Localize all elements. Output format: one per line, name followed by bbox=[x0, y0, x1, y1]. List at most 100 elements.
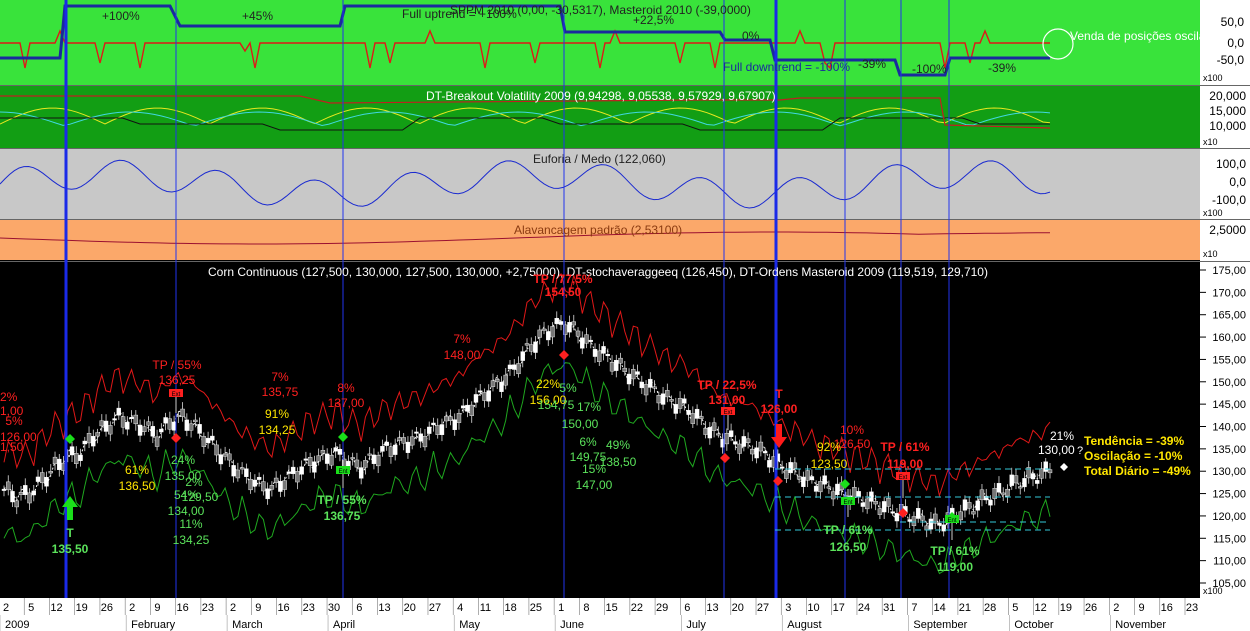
candle-body bbox=[575, 330, 581, 337]
price-annotation: 126,50 bbox=[830, 540, 867, 554]
trading-chart: ExtEntExtEntExtEnt SPPM 2010 (0,00, -30,… bbox=[0, 0, 1250, 631]
date-tick-label: 23 bbox=[202, 602, 214, 614]
alavancagem-tick: 2,5000 bbox=[1209, 223, 1246, 237]
alavancagem-title: Alavancagem padrão (2,53100) bbox=[514, 223, 682, 237]
candle-body bbox=[890, 511, 895, 514]
date-tick-label: 2 bbox=[230, 602, 236, 614]
candle-body bbox=[507, 364, 513, 370]
date-tick-label: 24 bbox=[858, 602, 870, 614]
price-annotation: 136,75 bbox=[324, 509, 361, 523]
candle-body bbox=[877, 508, 883, 515]
candle-body bbox=[324, 453, 330, 464]
main-panel bbox=[0, 262, 1200, 598]
candle-body bbox=[967, 502, 972, 509]
candle-body bbox=[469, 404, 474, 416]
candle-body bbox=[796, 475, 802, 480]
date-tick-label: 10 bbox=[807, 602, 819, 614]
candle-body bbox=[137, 424, 143, 436]
candle-body bbox=[495, 379, 500, 383]
candle-body bbox=[125, 421, 130, 430]
candle-body bbox=[1009, 474, 1014, 486]
candle-body bbox=[520, 351, 525, 361]
candle-body bbox=[503, 374, 508, 386]
candle-body bbox=[154, 436, 160, 447]
price-tick-label: 155,00 bbox=[1212, 354, 1246, 366]
price-annotation: 154,75 bbox=[538, 398, 575, 412]
candle-body bbox=[1018, 486, 1023, 489]
candle-body bbox=[524, 343, 530, 346]
candle-body bbox=[452, 419, 457, 430]
candle-body bbox=[116, 407, 122, 416]
candle-body bbox=[499, 382, 504, 392]
candle-body bbox=[461, 405, 466, 409]
price-tick-label: 175,00 bbox=[1212, 265, 1246, 277]
candle-body bbox=[490, 380, 496, 387]
candle-body bbox=[261, 481, 266, 492]
month-label: July bbox=[686, 619, 706, 631]
last-price-pct: 21% bbox=[1050, 429, 1074, 443]
month-label: May bbox=[459, 619, 480, 631]
date-tick-label: 23 bbox=[303, 602, 315, 614]
candle-body bbox=[256, 476, 262, 480]
candle-body bbox=[167, 418, 173, 430]
price-annotation: 129,50 bbox=[182, 490, 219, 504]
candle-body bbox=[512, 364, 517, 370]
candle-body bbox=[758, 441, 764, 452]
date-tick-label: 16 bbox=[1161, 602, 1173, 614]
date-tick-label: 19 bbox=[1060, 602, 1072, 614]
date-tick-label: 1 bbox=[558, 602, 564, 614]
candle-body bbox=[244, 468, 249, 477]
candle-body bbox=[333, 447, 338, 452]
price-tick-label: 125,00 bbox=[1212, 489, 1246, 501]
price-annotation: 131,00 bbox=[709, 393, 746, 407]
sppm-tick: 0,0 bbox=[1227, 36, 1244, 50]
candle-body bbox=[337, 449, 343, 455]
sppm-uptrend-label: Full uptrend = +100% bbox=[402, 7, 517, 21]
candle-body bbox=[184, 419, 190, 431]
volatility-multiplier: x10 bbox=[1203, 137, 1218, 147]
candle-body bbox=[35, 476, 41, 482]
price-annotation: 61% bbox=[125, 463, 149, 477]
candle-body bbox=[592, 349, 598, 357]
candle-body bbox=[52, 456, 58, 465]
date-tick-label: 30 bbox=[328, 602, 340, 614]
candle-body bbox=[988, 500, 993, 506]
date-tick-label: 20 bbox=[404, 602, 416, 614]
candle-body bbox=[537, 329, 542, 338]
candle-body bbox=[724, 433, 730, 445]
candle-body bbox=[431, 422, 436, 426]
candle-body bbox=[482, 392, 487, 401]
candle-body bbox=[745, 438, 751, 443]
price-annotation: 135,75 bbox=[262, 385, 299, 399]
candle-body bbox=[958, 511, 963, 521]
date-tick-label: 16 bbox=[277, 602, 289, 614]
candle-body bbox=[456, 413, 462, 423]
candle-body bbox=[231, 465, 236, 477]
date-tick-label: 29 bbox=[656, 602, 668, 614]
price-annotation: 91% bbox=[265, 407, 289, 421]
date-tick-label: 5 bbox=[1012, 602, 1018, 614]
candle-body bbox=[677, 398, 683, 409]
candle-body bbox=[707, 427, 713, 439]
candle-body bbox=[269, 485, 275, 490]
candle-body bbox=[320, 450, 326, 454]
candle-body bbox=[159, 428, 164, 433]
candle-body bbox=[614, 359, 619, 371]
candle-body bbox=[762, 451, 768, 454]
date-tick-label: 13 bbox=[378, 602, 390, 614]
candle-body bbox=[962, 499, 968, 511]
sppm-tick: 50,0 bbox=[1221, 15, 1245, 29]
euforia-tick: -100,0 bbox=[1212, 193, 1246, 207]
candle-body bbox=[694, 408, 700, 419]
candle-body bbox=[69, 446, 75, 456]
sppm-pct-label: +45% bbox=[242, 9, 273, 23]
price-annotation: 150,00 bbox=[562, 417, 599, 431]
candle-body bbox=[648, 378, 653, 388]
price-annotation: 7% bbox=[453, 332, 471, 346]
candle-body bbox=[120, 416, 126, 428]
date-tick-label: 2 bbox=[129, 602, 135, 614]
alavancagem-multiplier: x10 bbox=[1203, 249, 1218, 259]
sppm-pct-label: +100% bbox=[102, 9, 140, 23]
candle-body bbox=[830, 491, 836, 500]
candle-body bbox=[920, 515, 925, 521]
